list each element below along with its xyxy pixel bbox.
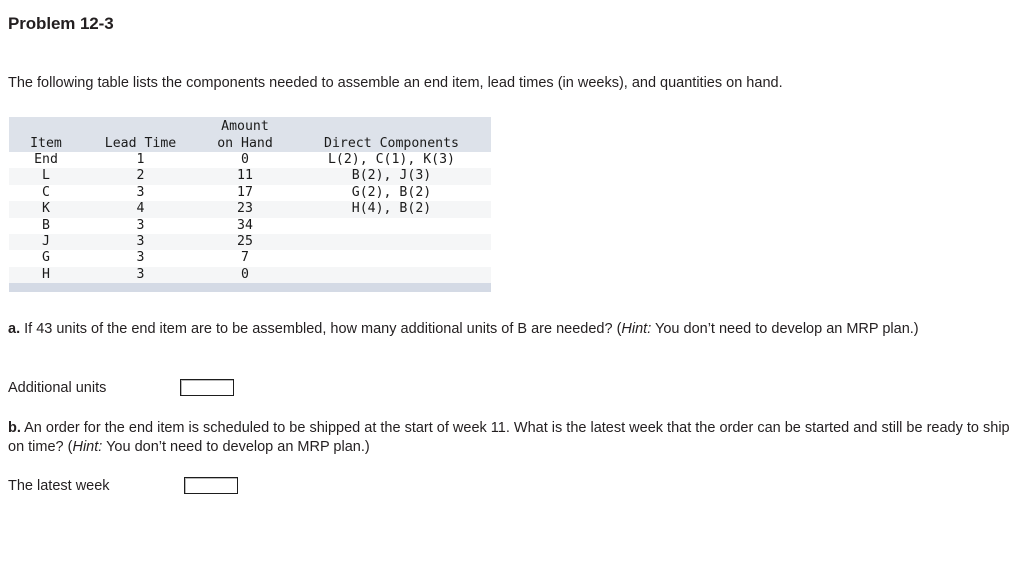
question-b-label: b.	[8, 420, 21, 436]
question-a-text-before-hint: If 43 units of the end item are to be as…	[20, 321, 622, 337]
cell-item: B	[9, 217, 83, 235]
cell-item: L	[9, 168, 83, 185]
cell-item: C	[9, 184, 83, 202]
table-footer-bar	[9, 283, 491, 292]
cell-item: G	[9, 250, 83, 267]
question-b-hint-word: Hint:	[72, 439, 103, 455]
answer-label-latest-week: The latest week	[8, 477, 110, 494]
column-header-lead-time: Lead Time	[83, 117, 198, 152]
cell-amount-on-hand: 0	[198, 266, 292, 284]
column-header-direct-components: Direct Components	[292, 117, 491, 152]
cell-direct-components	[292, 217, 491, 235]
cell-direct-components	[292, 234, 491, 251]
table-row: C 3 17 G(2), B(2)	[9, 184, 491, 202]
cell-amount-on-hand: 25	[198, 234, 292, 251]
table-row: L 2 11 B(2), J(3)	[9, 168, 491, 185]
table-row: End 1 0 L(2), C(1), K(3)	[9, 152, 491, 169]
components-table-container: Item Lead Time Amount on Hand Direct Comp…	[9, 117, 491, 284]
table-header: Item Lead Time Amount on Hand Direct Comp…	[9, 117, 491, 152]
intro-paragraph: The following table lists the components…	[8, 75, 783, 91]
latest-week-input[interactable]	[184, 477, 238, 494]
answer-label-additional-units: Additional units	[8, 379, 107, 396]
column-header-amount-line1: Amount	[221, 119, 269, 134]
question-a-label: a.	[8, 321, 21, 337]
cell-item: K	[9, 201, 83, 218]
cell-item: End	[9, 152, 83, 169]
cell-direct-components	[292, 266, 491, 284]
answer-row-latest-week: The latest week	[8, 477, 238, 494]
cell-direct-components	[292, 250, 491, 267]
cell-amount-on-hand: 11	[198, 168, 292, 185]
table-body: End 1 0 L(2), C(1), K(3) L 2 11 B(2), J(…	[9, 152, 491, 284]
table-row: J 3 25	[9, 234, 491, 251]
cell-amount-on-hand: 23	[198, 201, 292, 218]
table-row: B 3 34	[9, 217, 491, 235]
cell-amount-on-hand: 17	[198, 184, 292, 202]
column-header-item: Item	[9, 117, 83, 152]
table-row: G 3 7	[9, 250, 491, 267]
column-header-amount-on-hand: Amount on Hand	[198, 117, 292, 152]
cell-lead-time: 3	[83, 266, 198, 284]
table-header-row: Item Lead Time Amount on Hand Direct Comp…	[9, 117, 491, 152]
cell-lead-time: 3	[83, 217, 198, 235]
question-b: b. An order for the end item is schedule…	[8, 419, 1020, 457]
question-a-text-after-hint: You don’t need to develop an MRP plan.)	[651, 321, 919, 337]
question-a: a. If 43 units of the end item are to be…	[8, 320, 1020, 339]
cell-amount-on-hand: 34	[198, 217, 292, 235]
cell-item: J	[9, 234, 83, 251]
cell-direct-components: H(4), B(2)	[292, 201, 491, 218]
page-title: Problem 12-3	[8, 14, 114, 33]
components-table: Item Lead Time Amount on Hand Direct Comp…	[9, 117, 491, 284]
cell-direct-components: L(2), C(1), K(3)	[292, 152, 491, 169]
cell-item: H	[9, 266, 83, 284]
problem-page: Problem 12-3 The following table lists t…	[0, 0, 1024, 566]
column-header-amount-line2: on Hand	[217, 135, 273, 151]
cell-lead-time: 3	[83, 234, 198, 251]
cell-direct-components: B(2), J(3)	[292, 168, 491, 185]
question-a-hint-word: Hint:	[621, 321, 652, 337]
cell-lead-time: 3	[83, 184, 198, 202]
additional-units-input[interactable]	[180, 379, 234, 396]
table-row: H 3 0	[9, 266, 491, 284]
table-row: K 4 23 H(4), B(2)	[9, 201, 491, 218]
cell-amount-on-hand: 7	[198, 250, 292, 267]
cell-direct-components: G(2), B(2)	[292, 184, 491, 202]
answer-row-additional-units: Additional units	[8, 379, 234, 396]
cell-amount-on-hand: 0	[198, 152, 292, 169]
cell-lead-time: 1	[83, 152, 198, 169]
cell-lead-time: 3	[83, 250, 198, 267]
cell-lead-time: 4	[83, 201, 198, 218]
question-b-text-after-hint: You don’t need to develop an MRP plan.)	[102, 439, 370, 455]
cell-lead-time: 2	[83, 168, 198, 185]
